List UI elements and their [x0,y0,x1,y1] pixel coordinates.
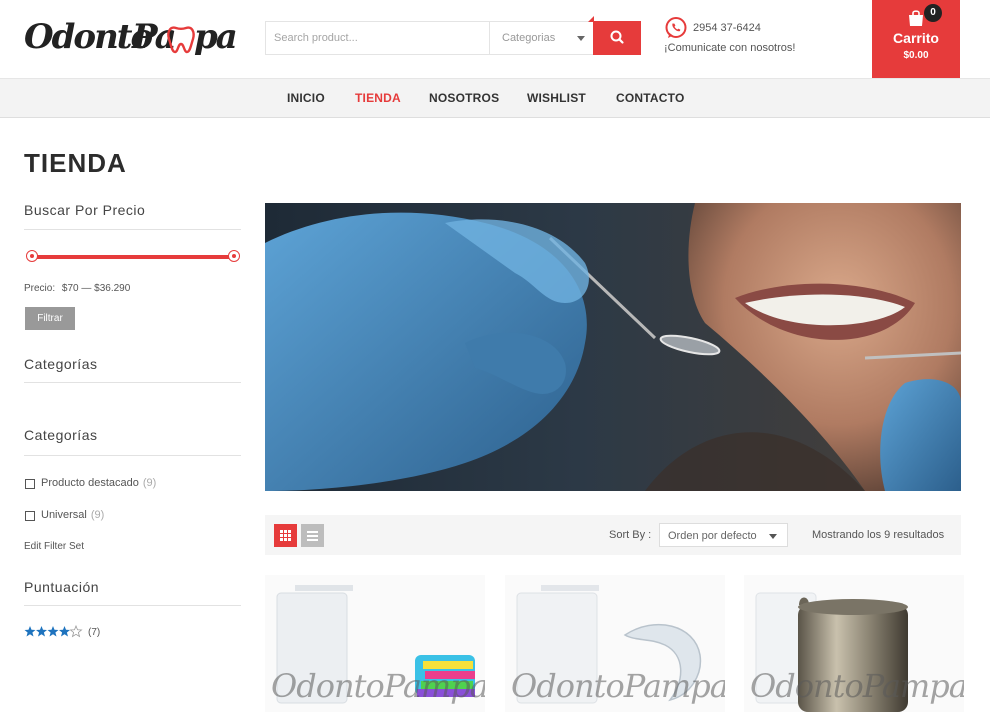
cart-total: $0.00 [903,50,929,61]
grid-view-button[interactable] [274,524,297,547]
cart-count-badge: 0 [924,4,942,22]
logo-text-3: pa [194,17,236,57]
categories-widget-title: Categorías [24,356,98,372]
chevron-down-icon [769,534,777,539]
price-label: Precio: [24,283,56,294]
cart-button[interactable]: 0 Carrito $0.00 [872,0,960,78]
price-range-slider[interactable] [26,250,240,264]
product-search: Categorias [265,16,641,55]
category-filter-count: (9) [142,477,157,489]
rating-filter-item[interactable]: (7) [24,624,100,639]
widget-divider [24,455,241,456]
site-header: Odonto Pa pa Categorias 2954 37-64 [0,0,990,78]
phone-number[interactable]: 2954 37-6424 [693,22,761,34]
category-filter-count: (9) [90,509,105,521]
sort-select[interactable]: Orden por defecto [659,523,788,547]
widget-divider [24,382,241,383]
product-watermark: OdontoPampa [750,667,964,705]
slider-handle-min[interactable] [26,250,38,262]
sort-select-value: Orden por defecto [668,530,757,542]
shopping-bag-icon [909,10,923,26]
price-range-text: Precio: $70 — $36.290 [24,283,130,294]
site-logo[interactable]: Odonto Pa pa [24,12,244,62]
list-view-button[interactable] [301,524,324,547]
chevron-down-icon [577,36,585,41]
list-icon [307,531,318,541]
slider-track [32,255,234,259]
edit-filter-set-link[interactable]: Edit Filter Set [24,541,84,552]
checkbox[interactable] [25,511,35,521]
category-filter-label: Producto destacado [41,477,139,489]
result-count: Mostrando los 9 resultados [812,529,945,541]
checkbox[interactable] [25,479,35,489]
search-icon [610,30,624,44]
product-watermark: OdontoPampa [271,667,485,705]
product-card[interactable]: OdontoPampa [505,575,725,712]
nav-item-contacto[interactable]: CONTACTO [616,91,685,105]
search-button[interactable] [588,16,641,55]
search-input[interactable] [266,22,489,54]
slider-handle-max[interactable] [228,250,240,262]
grid-icon [280,530,291,541]
main-navigation: INICIO TIENDA NOSOTROS WISHLIST CONTACTO [0,78,990,118]
nav-item-inicio[interactable]: INICIO [287,91,325,105]
page-title: TIENDA [24,148,127,178]
star-rating-icon [24,624,83,638]
widget-divider [24,605,241,606]
cart-label: Carrito [893,30,939,46]
widget-divider [24,229,241,230]
price-range-value: $70 — $36.290 [61,283,131,294]
category-filter-label: Universal [41,509,87,521]
filter-button[interactable]: Filtrar [25,307,75,330]
price-widget-title: Buscar Por Precio [24,202,146,218]
shop-banner-image [265,203,961,491]
category-select[interactable]: Categorias [489,22,593,54]
rating-count: (7) [88,627,101,638]
nav-item-wishlist[interactable]: WISHLIST [527,91,586,105]
product-watermark: OdontoPampa [511,667,725,705]
shop-toolbar: Sort By : Orden por defecto Mostrando lo… [265,515,961,555]
whatsapp-icon[interactable] [664,16,688,40]
rating-widget-title: Puntuación [24,579,100,595]
sort-label: Sort By : [609,529,652,541]
contact-block: 2954 37-6424 ¡Comunicate con nosotros! [664,16,864,60]
nav-item-tienda[interactable]: TIENDA [355,91,401,105]
product-card[interactable]: OdontoPampa [265,575,485,712]
nav-item-nosotros[interactable]: NOSOTROS [429,91,499,105]
category-select-value: Categorias [502,32,556,44]
product-card[interactable]: OdontoPampa [744,575,964,712]
contact-tagline: ¡Comunicate con nosotros! [664,42,796,54]
categories-filter-title: Categorías [24,427,98,443]
